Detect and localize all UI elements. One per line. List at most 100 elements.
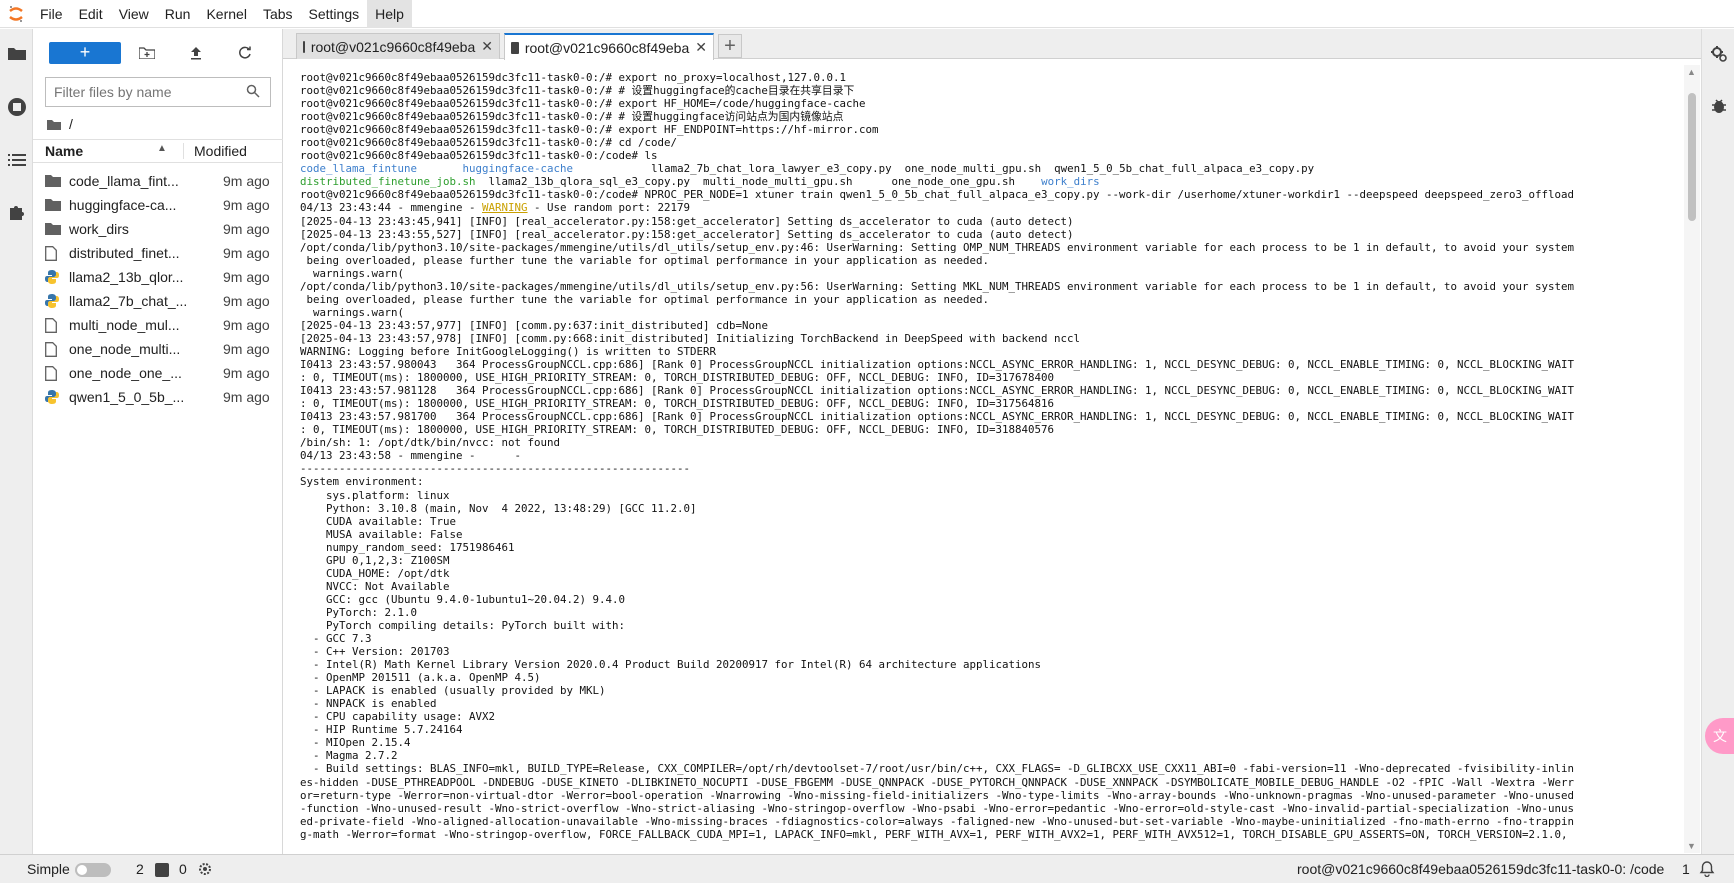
terminal-line: GCC: gcc (Ubuntu 9.4.0-1ubuntu1~20.04.2)… <box>300 592 626 606</box>
terminal-line: [2025-04-13 23:43:55,527] [INFO] [real_a… <box>300 227 1074 241</box>
simple-mode-toggle[interactable] <box>75 863 111 877</box>
scroll-down-icon[interactable]: ▼ <box>1687 841 1696 851</box>
column-name-header[interactable]: Name <box>45 143 83 159</box>
tab-terminal-2[interactable]: root@v021c9660c8f49eba ✕ <box>504 33 714 60</box>
new-folder-icon[interactable] <box>137 43 157 63</box>
tab-label: root@v021c9660c8f49eba <box>310 38 476 55</box>
file-icon <box>45 318 61 333</box>
new-launcher-button[interactable]: + <box>49 42 121 64</box>
warn-prefix: 04/13 23:43:44 - mmengine - <box>300 201 483 215</box>
file-modified-time: 9m ago <box>223 341 270 357</box>
kernel-count[interactable]: 0 <box>179 861 187 877</box>
terminal-line: - C++ Version: 201703 <box>300 645 450 659</box>
folder-icon[interactable] <box>6 42 28 64</box>
file-list-item[interactable]: qwen1_5_0_5b_... 9m ago <box>33 385 283 409</box>
upload-icon[interactable] <box>186 43 206 63</box>
tab-bar: root@v021c9660c8f49eba ✕ root@v021c9660c… <box>283 29 1701 60</box>
menu-settings[interactable]: Settings <box>301 0 368 28</box>
tab-terminal-1[interactable]: root@v021c9660c8f49eba ✕ <box>296 33 500 59</box>
terminal-line: [2025-04-13 23:43:57,978] [INFO] [comm.p… <box>300 331 1081 345</box>
menu-kernel[interactable]: Kernel <box>198 0 254 28</box>
terminal-line: PyTorch compiling details: PyTorch built… <box>300 618 626 632</box>
kernel-gear-icon <box>198 862 212 879</box>
notification-count[interactable]: 1 <box>1682 861 1690 877</box>
breadcrumb[interactable]: / <box>47 113 73 135</box>
file-name: huggingface-ca... <box>69 197 177 213</box>
column-modified-header[interactable]: Modified <box>183 143 283 159</box>
menu-view[interactable]: View <box>111 0 157 28</box>
terminal-path: root@v021c9660c8f49ebaa0526159dc3fc11-ta… <box>1297 861 1665 877</box>
terminal-line: - HIP Runtime 5.7.24164 <box>300 723 463 737</box>
file-icon <box>45 366 61 381</box>
terminal-line: - CPU capability usage: AVX2 <box>300 710 496 724</box>
file-list-header: Name ▲ Modified <box>33 139 283 163</box>
debugger-icon[interactable] <box>1708 95 1730 117</box>
terminal-text: root@v021c9660c8f49ebaa0526159dc3fc11-ta… <box>283 71 1683 841</box>
file-icon <box>45 246 61 261</box>
file-list-item[interactable]: llama2_7b_chat_... 9m ago <box>33 289 283 313</box>
bell-icon[interactable] <box>1699 861 1715 880</box>
terminal-line: - Intel(R) Math Kernel Library Version 2… <box>300 658 1042 672</box>
file-browser-toolbar: + <box>33 37 283 71</box>
filter-files-input[interactable] <box>54 84 234 100</box>
terminal-line: PyTorch: 2.1.0 <box>300 605 418 619</box>
table-of-contents-icon[interactable] <box>6 149 28 171</box>
jupyter-logo-icon[interactable] <box>0 0 32 28</box>
running-icon[interactable] <box>6 96 28 118</box>
menu-run[interactable]: Run <box>157 0 199 28</box>
close-icon[interactable]: ✕ <box>695 39 707 56</box>
terminal-line: : 0, TIMEOUT(ms): 1800000, USE_HIGH_PRIO… <box>300 423 1055 437</box>
file-name: distributed_finet... <box>69 245 180 261</box>
file-list-item[interactable]: one_node_one_... 9m ago <box>33 361 283 385</box>
ls-entry: llama2_13b_qlora_sql_e3_copy.py multi_no… <box>488 175 1042 189</box>
menu-help[interactable]: Help <box>367 0 412 28</box>
terminal-line: - OpenMP 201511 (a.k.a. OpenMP 4.5) <box>300 671 541 685</box>
terminal-line: 04/13 23:43:58 - mmengine - - <box>300 449 522 463</box>
file-name: code_llama_fint... <box>69 173 179 189</box>
command-line: root@v021c9660c8f49ebaa0526159dc3fc11-ta… <box>300 188 1575 202</box>
menu-tabs[interactable]: Tabs <box>255 0 301 28</box>
terminal-line: MUSA available: False <box>300 527 463 541</box>
scroll-up-icon[interactable]: ▲ <box>1687 67 1696 77</box>
folder-icon <box>47 119 61 130</box>
file-list-item[interactable]: code_llama_fint... 9m ago <box>33 169 283 193</box>
terminal-line: root@v021c9660c8f49ebaa0526159dc3fc11-ta… <box>300 97 866 111</box>
terminal-scrollbar[interactable]: ▲ ▼ <box>1684 65 1700 853</box>
simple-mode-label: Simple <box>27 861 70 877</box>
menu-edit[interactable]: Edit <box>71 0 111 28</box>
file-list-item[interactable]: huggingface-ca... 9m ago <box>33 193 283 217</box>
terminal-line: or=return-type -Werror=non-virtual-dtor … <box>300 788 1575 802</box>
refresh-icon[interactable] <box>235 43 255 63</box>
ls-dir-entry: code_llama_fintune <box>300 162 418 176</box>
python-icon <box>45 294 61 308</box>
breadcrumb-root[interactable]: / <box>69 116 73 132</box>
terminal-line: System environment: <box>300 475 424 489</box>
add-tab-button[interactable]: + <box>718 34 742 58</box>
scrollbar-thumb[interactable] <box>1688 93 1696 221</box>
menu-file[interactable]: File <box>32 0 71 28</box>
ls-entry: llama2_7b_chat_lora_lawyer_e3_copy.py on… <box>651 162 1315 176</box>
file-list-item[interactable]: one_node_multi... 9m ago <box>33 337 283 361</box>
terminal-output[interactable]: root@v021c9660c8f49ebaa0526159dc3fc11-ta… <box>283 71 1683 851</box>
close-icon[interactable]: ✕ <box>481 38 493 55</box>
file-browser: + / Name ▲ Modified code_llama_fint... 9m… <box>33 29 283 854</box>
property-inspector-icon[interactable] <box>1708 43 1730 65</box>
terminal-line: root@v021c9660c8f49ebaa0526159dc3fc11-ta… <box>300 136 678 150</box>
file-list-item[interactable]: work_dirs 9m ago <box>33 217 283 241</box>
terminal-count[interactable]: 2 <box>136 861 144 877</box>
file-list-item[interactable]: distributed_finet... 9m ago <box>33 241 283 265</box>
terminal-line: CUDA_HOME: /opt/dtk <box>300 566 450 580</box>
file-modified-time: 9m ago <box>223 365 270 381</box>
terminal-line: I0413 23:43:57.981128 364 ProcessGroupNC… <box>300 384 1575 398</box>
terminal-line: CUDA available: True <box>300 514 457 528</box>
terminal-line: being overloaded, please further tune th… <box>300 292 990 306</box>
file-list-item[interactable]: multi_node_mul... 9m ago <box>33 313 283 337</box>
file-modified-time: 9m ago <box>223 173 270 189</box>
file-name: llama2_7b_chat_... <box>69 293 187 309</box>
file-modified-time: 9m ago <box>223 221 270 237</box>
translate-icon[interactable]: 文 <box>1705 718 1734 754</box>
extension-icon[interactable] <box>6 201 28 223</box>
file-list-item[interactable]: llama2_13b_qlor... 9m ago <box>33 265 283 289</box>
file-name: work_dirs <box>69 221 129 237</box>
folder-icon <box>45 174 61 188</box>
